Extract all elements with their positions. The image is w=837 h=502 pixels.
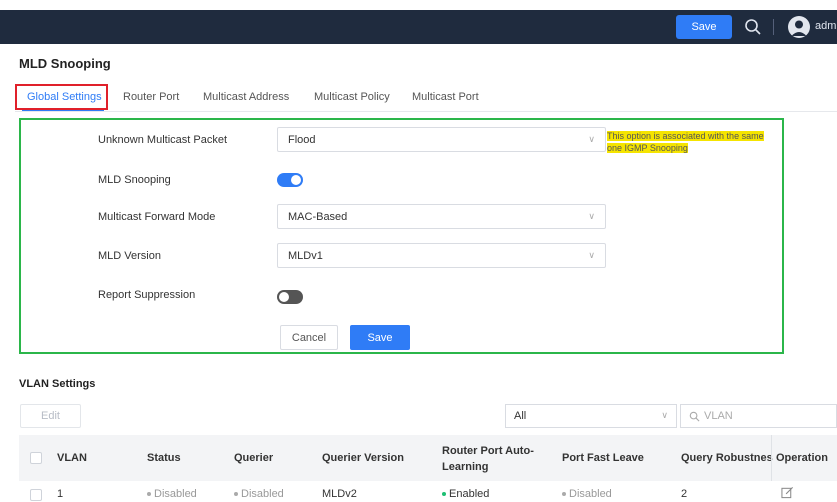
page-title: MLD Snooping: [19, 56, 111, 71]
unknown-multicast-select[interactable]: Flood ∨: [277, 127, 606, 152]
topbar-save-button[interactable]: Save: [676, 15, 732, 39]
forward-mode-value: MAC-Based: [288, 211, 348, 223]
vlan-filter-value: All: [514, 410, 527, 422]
avatar[interactable]: [788, 16, 810, 38]
tab-multicast-address[interactable]: Multicast Address: [203, 91, 289, 103]
row-querier-value: Disabled: [241, 488, 284, 500]
unknown-multicast-hint: This option is associated with the same …: [607, 130, 787, 154]
column-query-robustness[interactable]: Query Robustnes: [681, 452, 773, 464]
mld-version-label: MLD Version: [98, 250, 161, 262]
search-icon: [689, 411, 700, 422]
row-vlan: 1: [57, 488, 64, 500]
unknown-multicast-value: Flood: [288, 134, 316, 146]
mld-version-value: MLDv1: [288, 250, 323, 262]
edit-button[interactable]: Edit: [20, 404, 81, 428]
status-dot: [234, 492, 238, 497]
mld-version-select[interactable]: MLDv1 ∨: [277, 243, 606, 268]
active-tab-highlight: [15, 84, 108, 110]
tab-router-port[interactable]: Router Port: [123, 91, 179, 103]
select-all-checkbox[interactable]: [30, 452, 42, 464]
chevron-down-icon: ∨: [588, 211, 595, 221]
save-button[interactable]: Save: [350, 325, 410, 350]
row-querier-version: MLDv2: [322, 488, 357, 500]
column-querier-version[interactable]: Querier Version: [322, 452, 404, 464]
mld-snooping-toggle[interactable]: [277, 173, 303, 187]
username[interactable]: adm: [815, 20, 836, 32]
top-bar: Save adm: [0, 10, 837, 44]
topbar-divider: [773, 19, 774, 35]
vlan-filter-select[interactable]: All ∨: [505, 404, 677, 428]
status-dot: [442, 492, 446, 497]
row-router-port-value: Enabled: [449, 488, 490, 500]
unknown-multicast-label: Unknown Multicast Packet: [98, 134, 227, 146]
row-query-robustness: 2: [681, 488, 688, 500]
mld-snooping-label: MLD Snooping: [98, 174, 171, 186]
chevron-down-icon: ∨: [588, 250, 595, 260]
row-checkbox[interactable]: [30, 489, 42, 501]
report-suppression-label: Report Suppression: [98, 289, 196, 301]
tab-multicast-port[interactable]: Multicast Port: [412, 91, 479, 103]
column-status[interactable]: Status: [147, 452, 181, 464]
vlan-settings-title: VLAN Settings: [19, 378, 96, 390]
vlan-search-placeholder: VLAN: [704, 410, 733, 422]
tabs-divider: [15, 111, 837, 112]
column-router-port-auto-learning[interactable]: Router Port Auto- Learning: [442, 443, 534, 475]
row-status-value: Disabled: [154, 488, 197, 500]
column-divider: [771, 435, 772, 481]
forward-mode-label: Multicast Forward Mode: [98, 211, 216, 223]
hint-line-1: This option is associated with the same: [607, 131, 764, 141]
cancel-button[interactable]: Cancel: [280, 325, 338, 350]
search-icon[interactable]: [744, 18, 762, 36]
status-dot: [147, 492, 151, 497]
status-dot: [562, 492, 566, 497]
chevron-down-icon: ∨: [588, 134, 595, 144]
hint-line-2: one IGMP Snooping: [607, 143, 688, 153]
row-status: Disabled: [147, 488, 197, 500]
toggle-knob: [279, 292, 289, 302]
edit-icon[interactable]: [781, 486, 794, 499]
column-vlan[interactable]: VLAN: [57, 452, 87, 464]
toggle-knob: [291, 175, 301, 185]
row-router-port-auto-learning: Enabled: [442, 488, 489, 500]
report-suppression-toggle[interactable]: [277, 290, 303, 304]
column-router-port-line-1: Router Port Auto-: [442, 445, 534, 457]
column-port-fast-leave[interactable]: Port Fast Leave: [562, 452, 644, 464]
column-router-port-line-2: Learning: [442, 461, 489, 473]
row-port-fast-leave: Disabled: [562, 488, 612, 500]
chevron-down-icon: ∨: [661, 410, 668, 420]
user-icon: [791, 20, 807, 36]
row-querier: Disabled: [234, 488, 284, 500]
column-operation: Operation: [776, 452, 828, 464]
vlan-search-input[interactable]: VLAN: [680, 404, 837, 428]
tab-multicast-policy[interactable]: Multicast Policy: [314, 91, 390, 103]
row-port-fast-leave-value: Disabled: [569, 488, 612, 500]
column-querier[interactable]: Querier: [234, 452, 273, 464]
forward-mode-select[interactable]: MAC-Based ∨: [277, 204, 606, 229]
